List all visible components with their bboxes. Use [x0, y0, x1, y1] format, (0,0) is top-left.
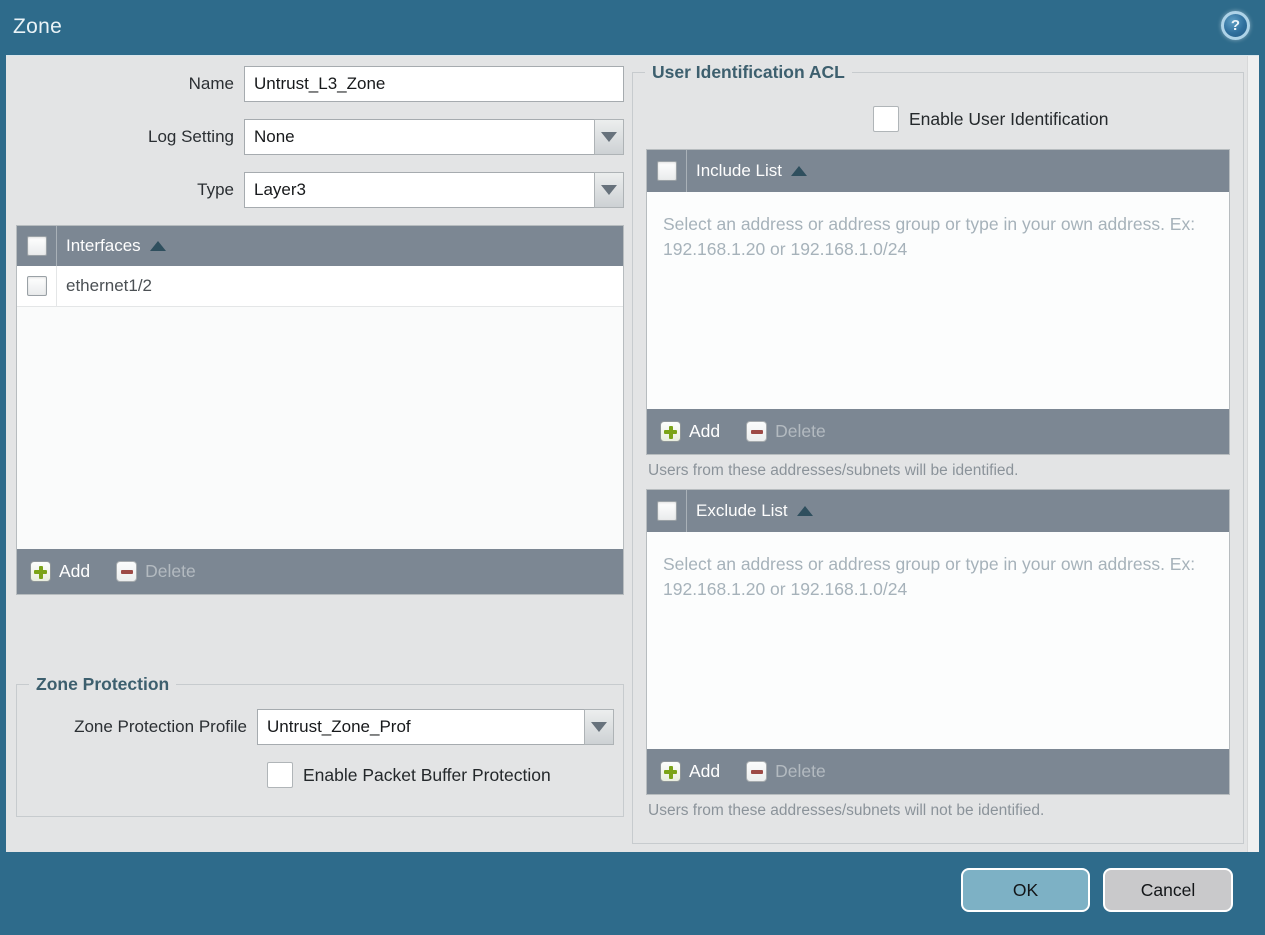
exclude-list-caption: Users from these addresses/subnets will …: [648, 802, 1045, 819]
zone-protection-legend: Zone Protection: [36, 674, 170, 694]
exclude-list-table: Exclude List Select an address or addres…: [646, 489, 1230, 795]
interface-row[interactable]: ethernet1/2: [17, 266, 623, 307]
add-button-label: Add: [59, 561, 91, 581]
zone-protection-section: Zone Protection Zone Protection Profile …: [16, 674, 624, 817]
sort-ascending-icon: [149, 241, 166, 251]
include-list-placeholder: Select an address or address group or ty…: [647, 192, 1229, 409]
exclude-select-all-cell: [647, 490, 687, 532]
interface-row-checkbox[interactable]: [26, 276, 47, 296]
zone-protection-profile-dropdown-button[interactable]: [584, 709, 614, 745]
exclude-list-placeholder: Select an address or address group or ty…: [647, 532, 1229, 749]
include-delete-button[interactable]: Delete: [746, 421, 826, 442]
exclude-delete-label: Delete: [775, 761, 826, 781]
sort-ascending-icon: [796, 506, 813, 516]
interfaces-add-button[interactable]: Add: [30, 561, 90, 582]
include-add-label: Add: [689, 421, 721, 441]
minus-icon: [116, 561, 138, 582]
type-value[interactable]: Layer3: [244, 172, 594, 208]
chevron-down-icon: [601, 132, 617, 142]
log-setting-value[interactable]: None: [244, 119, 594, 155]
include-delete-label: Delete: [775, 421, 826, 441]
chevron-down-icon: [591, 722, 607, 732]
type-label: Type: [197, 180, 234, 199]
minus-icon: [746, 421, 768, 442]
chevron-down-icon: [601, 185, 617, 195]
name-input[interactable]: [244, 66, 624, 102]
dialog-content: Name Log Setting None Type Layer3: [6, 55, 1259, 852]
exclude-add-button[interactable]: Add: [660, 761, 720, 782]
scrollbar-gutter[interactable]: [1247, 56, 1259, 852]
include-list-table: Include List Select an address or addres…: [646, 149, 1230, 455]
zone-protection-profile-label: Zone Protection Profile: [74, 717, 247, 736]
interfaces-table-header[interactable]: Interfaces: [17, 226, 623, 266]
zone-dialog: Zone ? Name Log Setting None Type: [0, 0, 1265, 935]
include-list-caption: Users from these addresses/subnets will …: [648, 462, 1019, 479]
zone-protection-profile-dropdown[interactable]: Untrust_Zone_Prof: [257, 709, 614, 745]
include-add-button[interactable]: Add: [660, 421, 720, 442]
interfaces-delete-button[interactable]: Delete: [116, 561, 196, 582]
plus-icon: [660, 761, 681, 782]
exclude-add-label: Add: [689, 761, 721, 781]
type-dropdown[interactable]: Layer3: [244, 172, 624, 208]
include-list-column-header[interactable]: Include List: [687, 150, 807, 192]
log-setting-label: Log Setting: [147, 127, 234, 146]
interfaces-table: Interfaces ethernet1/2 Add Delete: [16, 225, 624, 595]
name-label: Name: [188, 74, 234, 93]
type-dropdown-button[interactable]: [594, 172, 624, 208]
log-setting-dropdown[interactable]: None: [244, 119, 624, 155]
include-list-header-label: Include List: [696, 161, 782, 180]
interfaces-column-header[interactable]: Interfaces: [57, 226, 166, 266]
exclude-list-header[interactable]: Exclude List: [647, 490, 1229, 532]
packet-buffer-protection-row: Enable Packet Buffer Protection: [267, 762, 623, 788]
left-pane: Name Log Setting None Type Layer3: [16, 66, 624, 595]
exclude-list-header-label: Exclude List: [696, 501, 788, 520]
interfaces-header-label: Interfaces: [66, 236, 141, 255]
include-list-actions-bar: Add Delete: [647, 409, 1229, 454]
include-select-all-checkbox[interactable]: [656, 161, 677, 181]
interfaces-actions-bar: Add Delete: [17, 549, 623, 594]
cancel-button[interactable]: Cancel: [1103, 868, 1233, 912]
plus-icon: [660, 421, 681, 442]
include-list-header[interactable]: Include List: [647, 150, 1229, 192]
type-row: Type Layer3: [16, 172, 624, 208]
log-setting-dropdown-button[interactable]: [594, 119, 624, 155]
packet-buffer-protection-label: Enable Packet Buffer Protection: [303, 764, 551, 785]
interfaces-select-all-checkbox[interactable]: [26, 236, 47, 256]
log-setting-row: Log Setting None: [16, 119, 624, 155]
minus-icon: [746, 761, 768, 782]
include-select-all-cell: [647, 150, 687, 192]
exclude-list-actions-bar: Add Delete: [647, 749, 1229, 794]
ok-button[interactable]: OK: [961, 868, 1090, 912]
packet-buffer-protection-checkbox[interactable]: [267, 762, 293, 788]
zone-protection-profile-row: Zone Protection Profile Untrust_Zone_Pro…: [17, 709, 623, 745]
delete-button-label: Delete: [145, 561, 196, 581]
interface-name: ethernet1/2: [66, 276, 153, 295]
exclude-delete-button[interactable]: Delete: [746, 761, 826, 782]
exclude-list-column-header[interactable]: Exclude List: [687, 490, 813, 532]
interface-row-check-cell: [17, 266, 57, 306]
name-row: Name: [16, 66, 624, 102]
dialog-titlebar: Zone ?: [0, 0, 1265, 55]
enable-user-identification-label: Enable User Identification: [909, 108, 1109, 129]
exclude-select-all-checkbox[interactable]: [656, 501, 677, 521]
enable-user-identification-row: Enable User Identification: [873, 106, 1243, 132]
dialog-title: Zone: [13, 15, 63, 38]
enable-user-identification-checkbox[interactable]: [873, 106, 899, 132]
interfaces-select-all-cell: [17, 226, 57, 266]
help-icon[interactable]: ?: [1221, 11, 1250, 40]
interfaces-empty-area: [17, 307, 623, 549]
user-identification-acl-section: User Identification ACL Enable User Iden…: [632, 62, 1244, 844]
plus-icon: [30, 561, 51, 582]
sort-ascending-icon: [791, 166, 807, 176]
zone-protection-profile-value[interactable]: Untrust_Zone_Prof: [257, 709, 584, 745]
user-identification-acl-legend: User Identification ACL: [652, 62, 845, 82]
